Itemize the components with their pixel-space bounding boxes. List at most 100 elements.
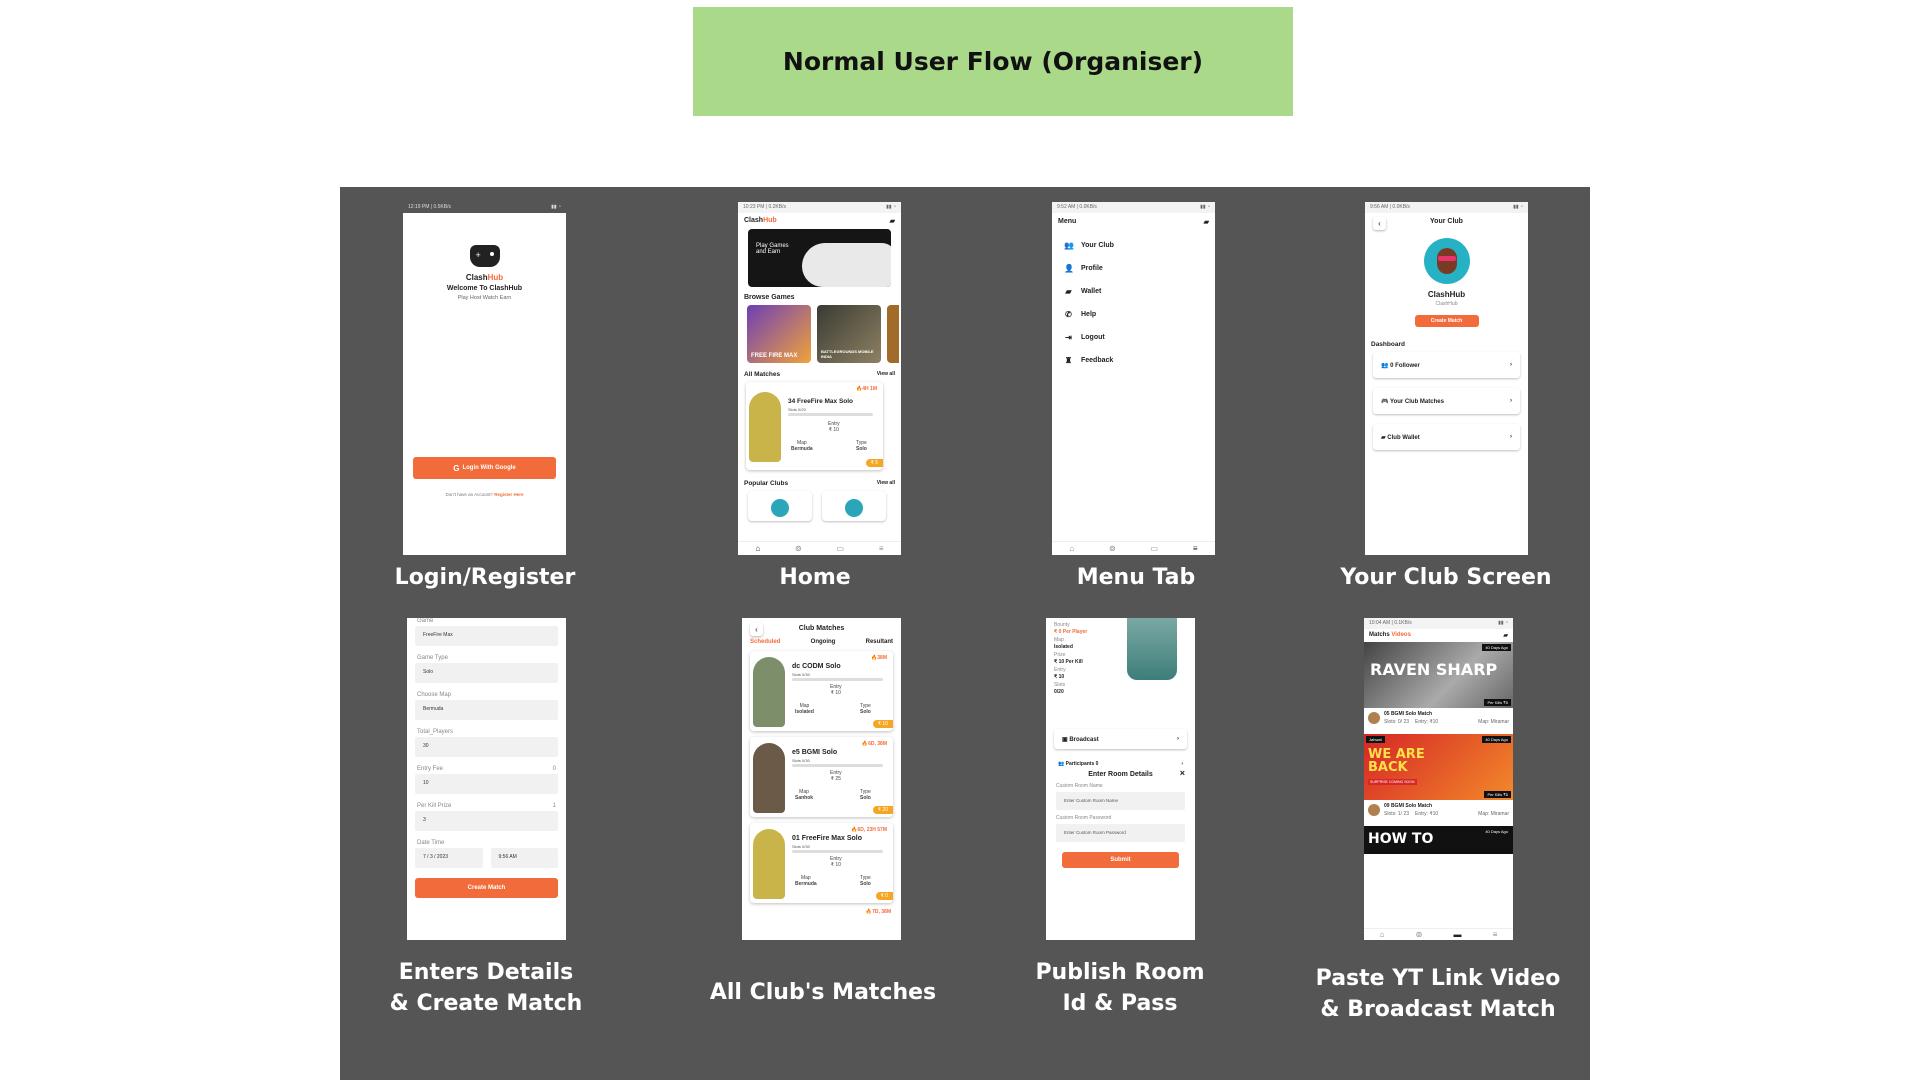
video-icon[interactable]: ▭ <box>1151 544 1159 553</box>
logout-icon: ⇥ <box>1065 333 1072 342</box>
tab-matchs[interactable]: Matchs <box>1369 632 1390 638</box>
game-tile-bgmi[interactable]: BATTLEGROUNDS MOBILE INDIA <box>817 305 881 363</box>
menu-icon[interactable]: ≡ <box>879 544 884 553</box>
tab-videos[interactable]: Videos <box>1391 632 1411 638</box>
browse-games-heading: Browse Games <box>744 294 795 301</box>
player-figure <box>749 392 781 462</box>
video-card[interactable]: 40 Days Ago RAVEN SHARP Per Kills ₹5 05 … <box>1364 642 1513 734</box>
field-label: Total_Players <box>417 729 454 735</box>
status-bar: 10:23 PM | 0.2KB/s ▮▮ ◔ <box>738 202 901 213</box>
wallet-icon[interactable]: ▰ <box>1503 632 1508 639</box>
flow-panel: 12:19 PM | 0.5KB/s ▮▮ ◔ + ClashHub Welcom… <box>340 187 1590 1080</box>
map-info: Map Sanhok <box>795 789 814 801</box>
menu-item-feedback[interactable]: ♜ Feedback <box>1052 349 1215 372</box>
club-handle: ClashHub <box>1435 301 1458 307</box>
popular-clubs-heading: Popular Clubs <box>744 480 789 487</box>
type-info: Type Solo <box>860 789 871 801</box>
menu-item-profile[interactable]: 👤 Profile <box>1052 257 1215 280</box>
field-label: Game <box>417 618 434 624</box>
thumbnail-text: HOW TO <box>1368 831 1434 847</box>
view-all-clubs-link[interactable]: View all <box>877 480 895 487</box>
club-matches-title: Club Matches <box>798 625 845 632</box>
home-icon[interactable]: ⌂ <box>755 544 760 553</box>
create-match-button[interactable]: Create Match <box>1414 315 1479 327</box>
game-tile-partial[interactable] <box>887 305 899 363</box>
video-icon[interactable]: ▬ <box>1454 930 1462 939</box>
gamepad-icon[interactable]: ⊚ <box>795 544 802 553</box>
type-info: Type Solo <box>860 703 871 715</box>
chevron-right-icon: › <box>1510 434 1512 440</box>
club-wallet-row[interactable]: ▰ Club Wallet › <box>1373 424 1520 450</box>
promo-banner[interactable]: Play Games and Earn <box>748 229 891 287</box>
prize-badge: ₹ 5 <box>865 459 883 467</box>
map-field[interactable]: Bermuda <box>415 700 558 720</box>
match-slots: Slots 0/20 <box>788 407 806 412</box>
field-label: Entry Fee 0 <box>417 766 556 772</box>
gamepad-icon[interactable]: ⊚ <box>1109 544 1116 553</box>
menu-icon[interactable]: ≡ <box>1193 544 1198 553</box>
channel-avatar <box>1368 804 1380 816</box>
menu-item-your-club[interactable]: 👥 Your Club <box>1052 234 1215 257</box>
create-match-submit-button[interactable]: Create Match <box>415 878 558 898</box>
entry-fee-field[interactable]: 10 <box>415 774 558 794</box>
video-meta: 05 BGMI Solo Match Slots: 0/ 23 Entry: ₹1… <box>1364 708 1513 734</box>
caption-publish: Publish Room Id & Pass <box>1035 960 1205 1016</box>
video-icon[interactable]: ▭ <box>837 544 845 553</box>
broadcast-row[interactable]: ▣ Broadcast › <box>1054 729 1187 749</box>
time-field[interactable]: 9:56 AM <box>490 848 558 868</box>
wallet-icon: ▰ <box>1381 434 1386 441</box>
followers-row[interactable]: 👥 0 Follower › <box>1373 352 1520 378</box>
club-card[interactable] <box>822 491 886 521</box>
menu-item-wallet[interactable]: ▰ Wallet <box>1052 280 1215 303</box>
menu-icon[interactable]: ≡ <box>1493 930 1498 939</box>
game-type-field[interactable]: Solo <box>415 663 558 683</box>
per-kill-field[interactable]: 3 <box>415 811 558 831</box>
room-name-input[interactable]: Enter Custom Room Name <box>1056 792 1185 810</box>
tab-resultant[interactable]: Resultant <box>866 639 893 645</box>
register-link[interactable]: Register Here <box>494 492 523 497</box>
gamepad-icon: 🎮 <box>1381 398 1389 405</box>
submit-button[interactable]: Submit <box>1062 852 1179 868</box>
menu-item-help[interactable]: ✆ Help <box>1052 303 1215 326</box>
date-field[interactable]: 7 / 3 / 2023 <box>415 848 483 868</box>
club-card[interactable] <box>748 491 812 521</box>
status-bar: 9:52 AM | 0.0KB/s ▮▮ ◔ <box>1052 202 1215 213</box>
wallet-icon[interactable]: ▰ <box>1204 218 1209 226</box>
map-info: Map Bermuda <box>795 875 817 887</box>
tab-ongoing[interactable]: Ongoing <box>811 639 836 645</box>
video-thumbnail[interactable]: HOW TO 40 Days Ago <box>1364 826 1513 854</box>
club-matches-row[interactable]: 🎮 Your Club Matches › <box>1373 388 1520 414</box>
participants-row[interactable]: 👥 Participants 0 › <box>1046 753 1195 767</box>
menu-item-logout[interactable]: ⇥ Logout <box>1052 326 1215 349</box>
your-club-screen: 9:56 AM | 0.0KB/s ▮▮ ◔ ‹ Your Club ClashH… <box>1365 202 1528 555</box>
match-card[interactable]: 🔥4H 1M 34 FreeFire Max Solo Slots 0/20 E… <box>746 382 883 470</box>
room-pass-input[interactable]: Enter Custom Room Password <box>1056 824 1185 842</box>
game-tile-freefire[interactable]: FREE FIRE MAX <box>747 305 811 363</box>
menu-title: Menu <box>1058 218 1077 225</box>
match-card[interactable]: 🔥38M dc CODM Solo Slots 0/30 Entry ₹ 10 M… <box>750 651 893 731</box>
status-bar: 12:19 PM | 0.5KB/s ▮▮ ◔ <box>403 202 566 213</box>
close-icon[interactable]: × <box>1180 768 1185 778</box>
gamepad-icon[interactable]: ⊚ <box>1416 930 1423 939</box>
entry-info: Entry ₹ 25 <box>830 770 842 782</box>
view-all-link[interactable]: View all <box>877 371 895 378</box>
field-label: Per Kill Prize 1 <box>417 803 556 809</box>
match-slots: Slots 0/30 <box>792 758 810 763</box>
home-icon[interactable]: ⌂ <box>1380 930 1385 939</box>
google-login-button[interactable]: G Login With Google <box>413 457 556 479</box>
publish-room-screen: Bounty ₹ 0 Per Player Map Isolated Prize… <box>1046 618 1195 940</box>
entry-info: Entry ₹ 10 <box>828 421 840 433</box>
caption-menu: Menu Tab <box>1076 565 1196 590</box>
home-icon[interactable]: ⌂ <box>1069 544 1074 553</box>
brand-name: ClashHub <box>465 273 504 282</box>
entry-info: Entry ₹ 10 <box>830 684 842 696</box>
game-field[interactable]: FreeFire Max <box>415 626 558 646</box>
tab-scheduled[interactable]: Scheduled <box>750 639 780 645</box>
broadcast-icon: ▣ <box>1062 736 1068 743</box>
match-card[interactable]: 🔥6D, 38M e5 BGMI Solo Slots 0/30 Entry ₹ … <box>750 737 893 817</box>
match-card[interactable]: 🔥6D, 23H 57M 01 FreeFire Max Solo Slots … <box>750 823 893 903</box>
total-players-field[interactable]: 30 <box>415 737 558 757</box>
wallet-icon[interactable]: ▰ <box>890 217 895 225</box>
match-slots: Slots 0/30 <box>792 672 810 677</box>
video-card[interactable]: Jahwat 40 Days Ago WE ARE BACK SURPRISE … <box>1364 734 1513 826</box>
